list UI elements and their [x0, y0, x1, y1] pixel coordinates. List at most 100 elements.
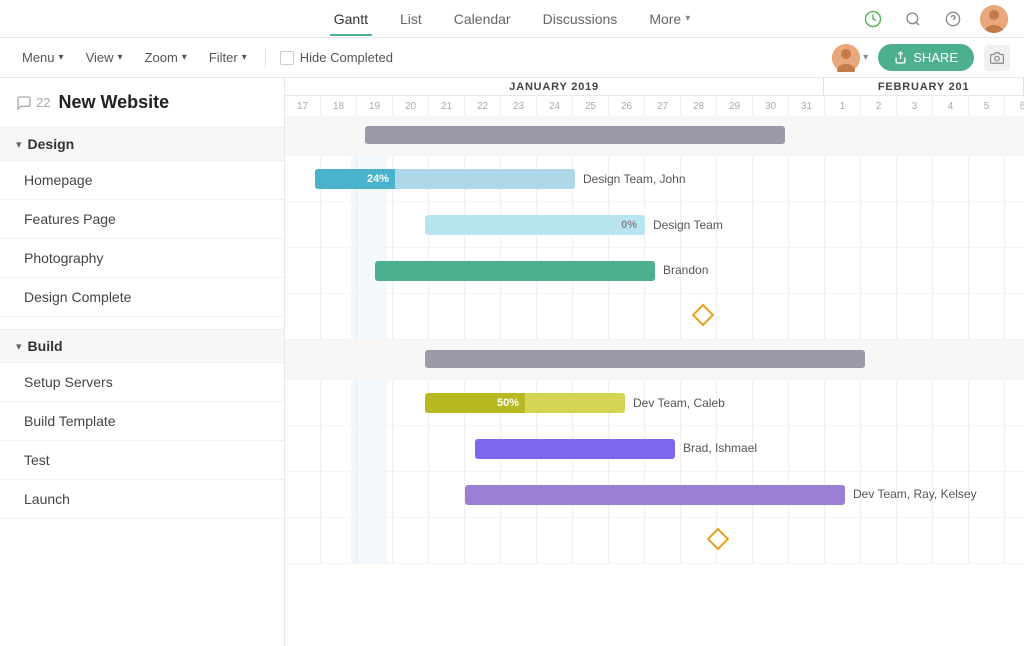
gantt-row-design-complete: [285, 294, 1024, 340]
gantt-bar-label-homepage: Design Team, John: [583, 172, 686, 186]
tab-list[interactable]: List: [396, 3, 426, 35]
help-icon[interactable]: [940, 6, 966, 32]
gantt-bar-pct-setup-servers: 50%: [497, 397, 519, 409]
tab-calendar[interactable]: Calendar: [450, 3, 515, 35]
camera-icon[interactable]: [984, 45, 1010, 71]
gantt-row-homepage: 24% Design Team, John: [285, 156, 1024, 202]
search-icon[interactable]: [900, 6, 926, 32]
user-avatar[interactable]: [980, 5, 1008, 33]
gantt-days: 1718192021222324252627282930311234567: [285, 96, 1024, 116]
view-button[interactable]: View ▾: [78, 46, 131, 69]
january-label: JANUARY 2019: [285, 78, 824, 95]
february-label: FEBRUARY 201: [824, 78, 1024, 95]
gantt-day-21: 21: [429, 96, 465, 116]
filter-button[interactable]: Filter ▾: [201, 46, 255, 69]
gantt-bar-design-group: [365, 126, 785, 144]
milestone-launch: [707, 528, 730, 551]
gantt-day-25: 25: [573, 96, 609, 116]
task-photography[interactable]: Photography: [0, 239, 284, 278]
gantt-day-18: 18: [321, 96, 357, 116]
task-build-template[interactable]: Build Template: [0, 402, 284, 441]
share-button[interactable]: SHARE: [878, 44, 974, 71]
main-content: 22 New Website ▾ Design Homepage Feature…: [0, 78, 1024, 646]
toolbar-right: ▾ SHARE: [832, 44, 1010, 72]
chevron-down-icon: ▾: [685, 13, 690, 24]
toolbar-divider: [265, 49, 266, 67]
gantt-day-17: 17: [285, 96, 321, 116]
clock-icon[interactable]: [860, 6, 886, 32]
task-setup-servers[interactable]: Setup Servers: [0, 363, 284, 402]
gantt-day-22: 22: [465, 96, 501, 116]
group-build-label: Build: [28, 338, 63, 354]
gantt-row-features: 0% Design Team: [285, 202, 1024, 248]
left-panel: 22 New Website ▾ Design Homepage Feature…: [0, 78, 285, 646]
chevron-down-icon: ▾: [182, 52, 187, 63]
zoom-button[interactable]: Zoom ▾: [137, 46, 195, 69]
gantt-day-19: 19: [357, 96, 393, 116]
gantt-row-test: Dev Team, Ray, Kelsey: [285, 472, 1024, 518]
comment-badge[interactable]: 22: [16, 95, 50, 111]
gantt-bar-pct-features: 0%: [621, 219, 637, 231]
chevron-down-icon: ▾: [59, 52, 64, 63]
gantt-row-launch: [285, 518, 1024, 564]
hide-completed-checkbox[interactable]: [280, 51, 294, 65]
task-homepage[interactable]: Homepage: [0, 161, 284, 200]
gantt-day-5: 5: [969, 96, 1005, 116]
project-header: 22 New Website: [0, 78, 284, 127]
gantt-day-24: 24: [537, 96, 573, 116]
top-navigation: Gantt List Calendar Discussions More ▾: [0, 0, 1024, 38]
gantt-bar-pct-homepage: 24%: [367, 173, 389, 185]
gantt-bar-features: 0% Design Team: [425, 215, 645, 235]
gantt-row-setup-servers: 50% Dev Team, Caleb: [285, 380, 1024, 426]
gantt-day-30: 30: [753, 96, 789, 116]
gantt-body: 24% Design Team, John 0% Design Team Bra…: [285, 116, 1024, 564]
gantt-chart: JANUARY 2019 FEBRUARY 201 17181920212223…: [285, 78, 1024, 646]
chevron-down-icon: ▾: [118, 52, 123, 63]
gantt-day-23: 23: [501, 96, 537, 116]
gantt-day-20: 20: [393, 96, 429, 116]
toolbar: Menu ▾ View ▾ Zoom ▾ Filter ▾ Hide Compl…: [0, 38, 1024, 78]
gantt-day-26: 26: [609, 96, 645, 116]
tab-gantt[interactable]: Gantt: [330, 3, 372, 35]
gantt-bar-test: Dev Team, Ray, Kelsey: [465, 485, 845, 505]
gantt-bar-label-photography: Brandon: [663, 263, 708, 277]
chevron-down-icon: ▾: [863, 52, 868, 63]
chevron-down-icon: ▾: [16, 138, 22, 151]
gantt-bar-label-build-template: Brad, Ishmael: [683, 441, 757, 455]
gantt-row-photography: Brandon: [285, 248, 1024, 294]
gantt-bar-label-test: Dev Team, Ray, Kelsey: [853, 487, 977, 501]
group-build[interactable]: ▾ Build: [0, 329, 284, 363]
user-avatar-toolbar[interactable]: [832, 44, 860, 72]
gantt-day-2: 2: [861, 96, 897, 116]
task-launch[interactable]: Launch: [0, 480, 284, 519]
task-features[interactable]: Features Page: [0, 200, 284, 239]
task-test[interactable]: Test: [0, 441, 284, 480]
gantt-day-3: 3: [897, 96, 933, 116]
gantt-day-27: 27: [645, 96, 681, 116]
gantt-day-31: 31: [789, 96, 825, 116]
nav-tabs: Gantt List Calendar Discussions More ▾: [330, 3, 695, 35]
gantt-day-1: 1: [825, 96, 861, 116]
tab-more[interactable]: More ▾: [645, 3, 694, 35]
gantt-header: JANUARY 2019 FEBRUARY 201 17181920212223…: [285, 78, 1024, 116]
avatar-group[interactable]: ▾: [832, 44, 868, 72]
gantt-bar-label-features: Design Team: [653, 218, 723, 232]
milestone-design-complete: [692, 304, 715, 327]
gantt-row-design-group: [285, 116, 1024, 156]
gantt-bar-photography: Brandon: [375, 261, 655, 281]
gantt-day-4: 4: [933, 96, 969, 116]
gantt-bar-homepage: 24% Design Team, John: [315, 169, 575, 189]
task-design-complete[interactable]: Design Complete: [0, 278, 284, 317]
gantt-bar-setup-servers: 50% Dev Team, Caleb: [425, 393, 625, 413]
menu-button[interactable]: Menu ▾: [14, 46, 72, 69]
tab-discussions[interactable]: Discussions: [539, 3, 622, 35]
gantt-bar-build-template: Brad, Ishmael: [475, 439, 675, 459]
gantt-row-build-group: [285, 340, 1024, 380]
project-title: New Website: [58, 92, 169, 113]
chevron-down-icon: ▾: [16, 340, 22, 353]
gantt-row-build-template: Brad, Ishmael: [285, 426, 1024, 472]
hide-completed-toggle[interactable]: Hide Completed: [280, 50, 393, 65]
group-design[interactable]: ▾ Design: [0, 127, 284, 161]
gantt-day-6: 6: [1005, 96, 1024, 116]
gantt-bar-build-group: [425, 350, 865, 368]
